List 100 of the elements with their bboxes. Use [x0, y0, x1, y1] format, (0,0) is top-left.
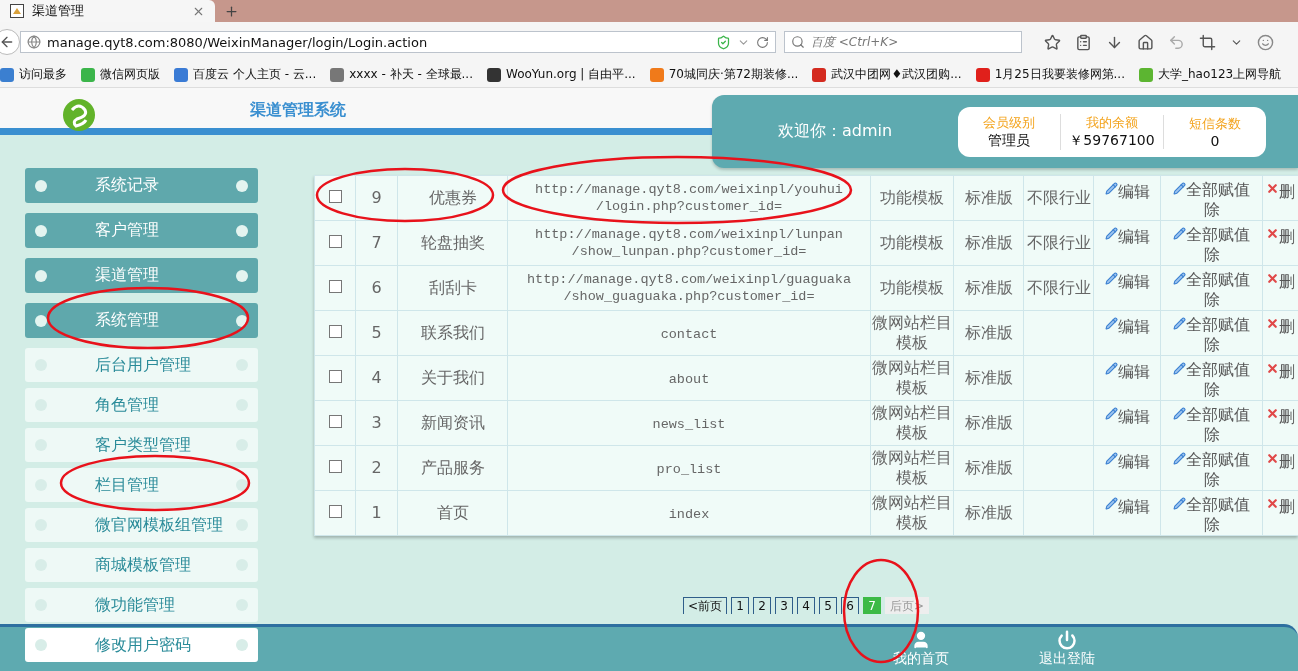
bookmark-link[interactable]: 1月25日我要装修网第... [994, 66, 1125, 83]
page-button[interactable]: <前页 [682, 597, 727, 614]
url-text: pro_list [656, 461, 722, 478]
table-cell: 首页 [397, 490, 508, 536]
row-checkbox[interactable] [328, 325, 342, 338]
delete-icon [1266, 452, 1279, 465]
smiley-icon[interactable] [1257, 33, 1274, 51]
plus-icon [223, 3, 239, 19]
pencil-icon [1173, 182, 1186, 195]
back-button[interactable] [0, 29, 20, 55]
table-cell: 1 [355, 490, 398, 536]
table-cell: 标准版 [953, 175, 1024, 221]
stat-label: 短信条数 [1189, 114, 1241, 133]
bookmark-link[interactable]: 访问最多 [19, 66, 67, 83]
table-cell: 轮盘抽奖 [397, 220, 508, 266]
globe-icon [27, 35, 41, 49]
row-checkbox[interactable] [328, 370, 342, 383]
shield-icon [716, 34, 731, 50]
table-cell: 微网站栏目模板 [870, 310, 954, 356]
table-cell: 7 [355, 220, 398, 266]
clipboard-icon[interactable] [1075, 33, 1092, 51]
row-checkbox[interactable] [328, 235, 342, 248]
pencil-icon [1104, 227, 1118, 240]
page-button[interactable]: 2 [753, 597, 771, 614]
row-checkbox[interactable] [328, 415, 342, 428]
page-favicon-icon [10, 4, 24, 18]
stat-label: 会员级别 [983, 113, 1035, 132]
sidebar-item[interactable]: 客户类型管理 [25, 428, 258, 462]
table-cell: 关于我们 [397, 355, 508, 401]
row-checkbox[interactable] [328, 280, 342, 293]
bookmark-link[interactable]: 百度云 个人主页 - 云... [193, 66, 317, 83]
table-cell: 4 [355, 355, 398, 401]
stat-label: 我的余额 [1086, 113, 1138, 132]
pencil-icon [1173, 407, 1186, 420]
sidebar-item[interactable]: 微官网模板组管理 [25, 508, 258, 542]
power-icon [1057, 630, 1077, 650]
delete-icon [1266, 497, 1279, 510]
system-title: 渠道管理系统 [250, 100, 346, 121]
user-icon [911, 630, 931, 650]
pencil-icon [1173, 497, 1186, 510]
table-cell: 标准版 [953, 310, 1024, 356]
table-cell: 刮刮卡 [397, 265, 508, 311]
star-icon[interactable] [1044, 33, 1061, 51]
address-field[interactable]: manage.qyt8.com:8080/WeixinManager/login/Login.action [20, 31, 776, 53]
bookmark-link[interactable]: WooYun.org | 自由平... [506, 66, 636, 83]
page-button[interactable]: 1 [731, 597, 749, 614]
table-cell: 功能模板 [870, 265, 954, 311]
url-text: http://manage.qyt8.com/weixinpl/youhui/login.php?customer_id= [534, 181, 844, 215]
table-cell: 5 [355, 310, 398, 356]
stat-value: 0 [1210, 132, 1220, 149]
url-text: http://manage.qyt8.com/weixinpl/guaguaka/show_guaguaka.php?customer_id= [525, 271, 853, 305]
url-text: about [668, 371, 710, 388]
pencil-icon [1173, 362, 1186, 375]
crop-icon[interactable] [1199, 33, 1216, 51]
sidebar-item[interactable]: 修改用户密码 [25, 628, 258, 662]
reload-icon[interactable] [756, 35, 769, 49]
pencil-icon [1104, 362, 1118, 375]
stat-value: 管理员 [988, 131, 1030, 150]
browser-tab[interactable]: 渠道管理 [0, 0, 215, 22]
table-cell: 微网站栏目模板 [870, 445, 954, 491]
delete-icon [1266, 407, 1279, 420]
url-text: news_list [652, 416, 726, 433]
row-checkbox[interactable] [328, 460, 342, 473]
table-cell: 标准版 [953, 220, 1024, 266]
sidebar-item[interactable]: 后台用户管理 [25, 348, 258, 382]
page-button[interactable]: 6 [841, 597, 859, 614]
row-checkbox[interactable] [328, 190, 342, 203]
bookmark-link[interactable]: xxxx - 补天 - 全球最... [349, 66, 473, 83]
pencil-icon [1104, 497, 1118, 510]
page-button[interactable]: 3 [775, 597, 793, 614]
url-text: contact [660, 326, 718, 343]
table-cell: 功能模板 [870, 220, 954, 266]
sidebar-item[interactable]: 栏目管理 [25, 468, 258, 502]
table-cell: 微网站栏目模板 [870, 355, 954, 401]
table-cell: 不限行业 [1023, 265, 1094, 311]
delete-icon [1266, 227, 1279, 240]
table-cell: 新闻资讯 [397, 400, 508, 446]
pencil-icon [1104, 407, 1118, 420]
home-icon[interactable] [1137, 33, 1154, 51]
table-cell: 标准版 [953, 445, 1024, 491]
table-cell: 功能模板 [870, 175, 954, 221]
row-checkbox[interactable] [328, 505, 342, 518]
table-cell: 9 [355, 175, 398, 221]
page-button[interactable]: 4 [797, 597, 815, 614]
pencil-icon [1104, 272, 1118, 285]
page-button[interactable]: 5 [819, 597, 837, 614]
search-icon [791, 35, 805, 49]
sidebar-item[interactable]: 角色管理 [25, 388, 258, 422]
table-cell: 不限行业 [1023, 175, 1094, 221]
sidebar-item[interactable]: 微功能管理 [25, 588, 258, 622]
pencil-icon [1173, 272, 1186, 285]
welcome-text: 欢迎你：admin [776, 121, 894, 142]
sidebar-item[interactable]: 商城模板管理 [25, 548, 258, 582]
logo-icon [62, 98, 96, 132]
search-field[interactable]: 百度 <Ctrl+K> [784, 31, 1022, 53]
bookmark-link[interactable]: 70城同庆·第72期装修... [668, 66, 799, 83]
delete-icon [1266, 272, 1279, 285]
bookmark-link[interactable]: 武汉中团网♦武汉团购... [831, 66, 962, 83]
bookmark-link[interactable]: 大学_hao123上网导航 [1158, 66, 1282, 83]
bookmark-link[interactable]: 微信网页版 [100, 66, 160, 83]
